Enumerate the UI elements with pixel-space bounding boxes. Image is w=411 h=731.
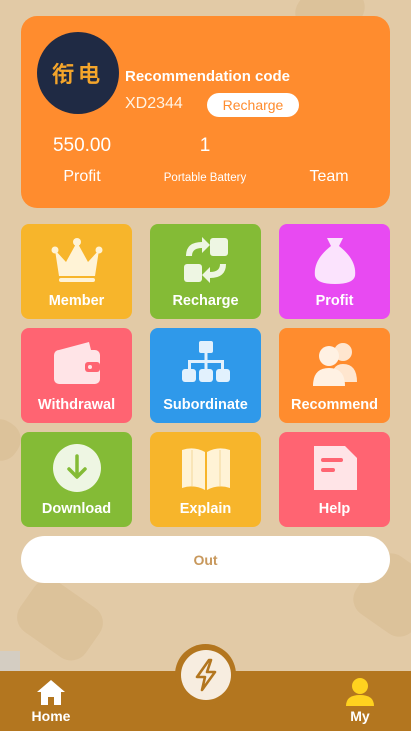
- stat-battery-label: Portable Battery: [163, 172, 247, 184]
- book-icon: [181, 448, 230, 490]
- tile-label: Withdrawal: [37, 397, 116, 413]
- nav-my-label: My: [350, 708, 370, 724]
- recharge-arrows-icon: [183, 237, 228, 283]
- stat-profit[interactable]: 550.00 Profit: [22, 134, 142, 186]
- stat-profit-value: 550.00: [52, 135, 112, 156]
- logout-button[interactable]: Out: [21, 536, 390, 583]
- tile-label: Subordinate: [163, 397, 248, 413]
- tile-subordinate[interactable]: Subordinate: [150, 328, 261, 423]
- stat-team-label: Team: [309, 168, 349, 185]
- nav-my[interactable]: My: [330, 676, 390, 724]
- company-logo: 衔电: [37, 32, 119, 114]
- tile-label: Recommend: [290, 397, 379, 413]
- tile-profit[interactable]: Profit: [279, 224, 390, 319]
- home-icon: [37, 680, 65, 705]
- lightning-icon: [195, 658, 216, 691]
- wallet-icon: [53, 342, 100, 384]
- nav-home-label: Home: [31, 708, 71, 724]
- tile-explain[interactable]: Explain: [150, 432, 261, 527]
- profile-card: 衔电 Recommendation code XD2344 Recharge 5…: [21, 16, 390, 208]
- tile-label: Member: [48, 293, 105, 309]
- nav-home[interactable]: Home: [21, 676, 81, 724]
- tile-label: Profit: [315, 293, 354, 309]
- download-icon: [52, 444, 101, 492]
- org-chart-icon: [181, 341, 230, 382]
- tile-withdrawal[interactable]: Withdrawal: [21, 328, 132, 423]
- tile-download[interactable]: Download: [21, 432, 132, 527]
- stat-team[interactable]: Team: [269, 134, 389, 186]
- recommendation-code-value: XD2344: [125, 95, 183, 112]
- document-icon: [313, 446, 357, 490]
- center-nav-button[interactable]: [175, 644, 236, 705]
- tile-help[interactable]: Help: [279, 432, 390, 527]
- tile-label: Recharge: [172, 293, 239, 309]
- tile-label: Help: [318, 501, 351, 517]
- crown-icon: [51, 238, 102, 282]
- stat-battery-value: 1: [199, 135, 211, 156]
- side-handle[interactable]: [0, 651, 20, 673]
- tile-member[interactable]: Member: [21, 224, 132, 319]
- user-icon: [346, 678, 374, 706]
- recommendation-code-title: Recommendation code: [125, 68, 291, 85]
- people-icon: [312, 343, 357, 386]
- stat-portable-battery[interactable]: 1 Portable Battery: [145, 134, 265, 184]
- tile-label: Explain: [179, 501, 232, 517]
- stat-profit-label: Profit: [63, 168, 101, 185]
- tile-recharge[interactable]: Recharge: [150, 224, 261, 319]
- recharge-button[interactable]: Recharge: [207, 93, 299, 117]
- money-bag-icon: [314, 238, 355, 284]
- tile-label: Download: [41, 501, 112, 517]
- tile-recommend[interactable]: Recommend: [279, 328, 390, 423]
